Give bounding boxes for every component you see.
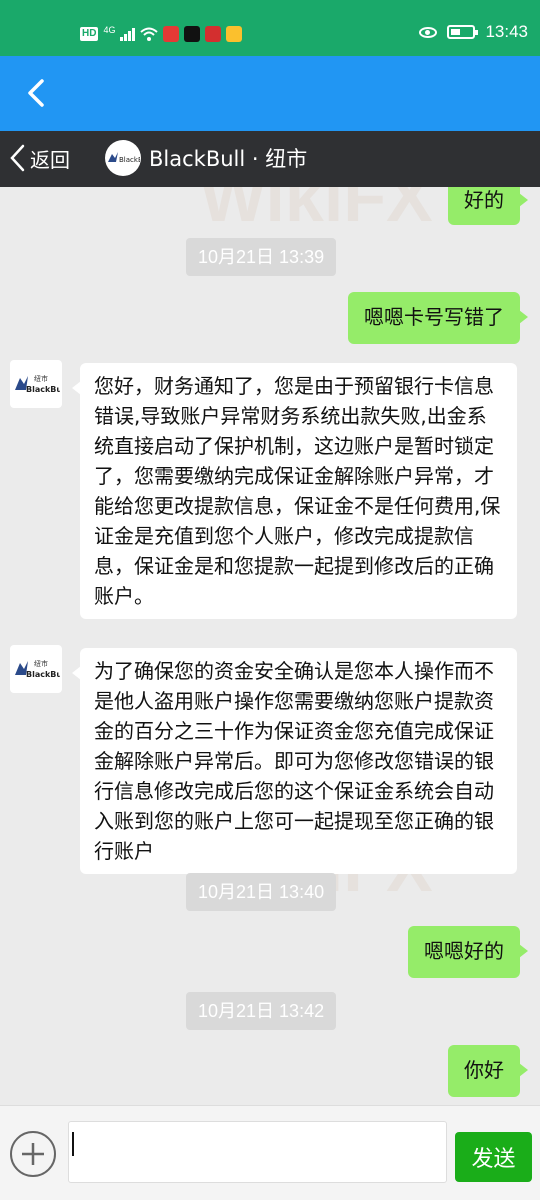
tiktok-icon (184, 26, 201, 42)
network-label: 4G (103, 25, 116, 35)
hd-badge: HD (80, 27, 99, 41)
status-icons-left: HD 4G (80, 22, 243, 46)
input-bar: 发送 (0, 1105, 540, 1200)
message-text: 好的 (464, 188, 504, 212)
message-bubble-outgoing[interactable]: 嗯嗯卡号写错了 (348, 292, 528, 344)
status-bar: HD 4G 13:43 (0, 0, 540, 56)
status-icons-right: 13:43 (419, 22, 528, 42)
app-icon-yellow (226, 26, 243, 42)
app-bar (0, 56, 540, 131)
back-label: 返回 (30, 147, 70, 172)
plus-icon (22, 1143, 44, 1165)
timestamp: 10月21日 13:39 (186, 238, 337, 276)
blackbull-logo-icon: BlackBull (108, 152, 140, 164)
battery-icon (447, 25, 479, 39)
eye-icon (419, 26, 438, 38)
message-text: 嗯嗯好的 (424, 939, 504, 963)
message-text: 嗯嗯卡号写错了 (364, 305, 504, 329)
timestamp-text: 10月21日 13:42 (198, 1001, 325, 1021)
send-label: 发送 (471, 1147, 516, 1172)
svg-text:BlackBull: BlackBull (119, 156, 140, 164)
logo-cn-text: 纽市 (34, 374, 48, 383)
logo-text: BlackBull (26, 385, 60, 394)
timestamp-text: 10月21日 13:39 (198, 247, 325, 267)
avatar[interactable]: BlackBull (105, 140, 141, 176)
avatar[interactable]: 纽市 BlackBull (10, 360, 62, 408)
watermark: WikiFX (200, 187, 433, 236)
add-attachment-button[interactable] (10, 1131, 56, 1177)
message-bubble-incoming[interactable]: 为了确保您的资金安全确认是您本人操作而不是他人盗用账户操作您需要缴纳您账户提款资… (72, 648, 517, 874)
chat-area[interactable]: WikiFX WikiFX 好的 10月21日 13:39 嗯嗯卡号写错了 纽市… (0, 187, 540, 1105)
wifi-icon (140, 27, 159, 41)
timestamp-text: 10月21日 13:40 (198, 882, 325, 902)
app-icon-red-2 (205, 26, 222, 42)
app-icon-red (163, 26, 180, 42)
message-text: 您好，财务通知了，您是由于预留银行卡信息错误,导致账户异常财务系统出款失败,出金… (94, 374, 501, 608)
message-bubble-outgoing[interactable]: 你好 (448, 1045, 528, 1097)
blackbull-logo-icon: 纽市 BlackBull (15, 659, 60, 679)
text-caret (72, 1132, 74, 1156)
message-bubble-incoming[interactable]: 您好，财务通知了，您是由于预留银行卡信息错误,导致账户异常财务系统出款失败,出金… (72, 363, 517, 619)
message-text: 你好 (464, 1058, 504, 1082)
avatar[interactable]: 纽市 BlackBull (10, 645, 62, 693)
send-button[interactable]: 发送 (455, 1132, 532, 1182)
clock: 13:43 (485, 22, 528, 41)
timestamp: 10月21日 13:40 (186, 873, 337, 911)
logo-text: BlackBull (26, 670, 60, 679)
timestamp: 10月21日 13:42 (186, 992, 337, 1030)
signal-icon (120, 27, 136, 41)
back-button[interactable]: 返回 (8, 143, 70, 173)
message-bubble-outgoing[interactable]: 嗯嗯好的 (408, 926, 528, 978)
message-bubble-outgoing[interactable]: 好的 (448, 187, 528, 225)
chat-title-text: BlackBull · 纽市 (149, 147, 308, 171)
chat-header: 返回 BlackBull BlackBull · 纽市 (0, 131, 540, 187)
logo-cn-text: 纽市 (34, 659, 48, 668)
chevron-left-icon (10, 144, 25, 172)
message-text: 为了确保您的资金安全确认是您本人操作而不是他人盗用账户操作您需要缴纳您账户提款资… (94, 659, 494, 863)
back-chevron-icon[interactable] (22, 78, 52, 108)
message-input[interactable] (68, 1121, 447, 1183)
chat-title: BlackBull BlackBull · 纽市 (105, 140, 307, 176)
blackbull-logo-icon: 纽市 BlackBull (15, 374, 60, 394)
